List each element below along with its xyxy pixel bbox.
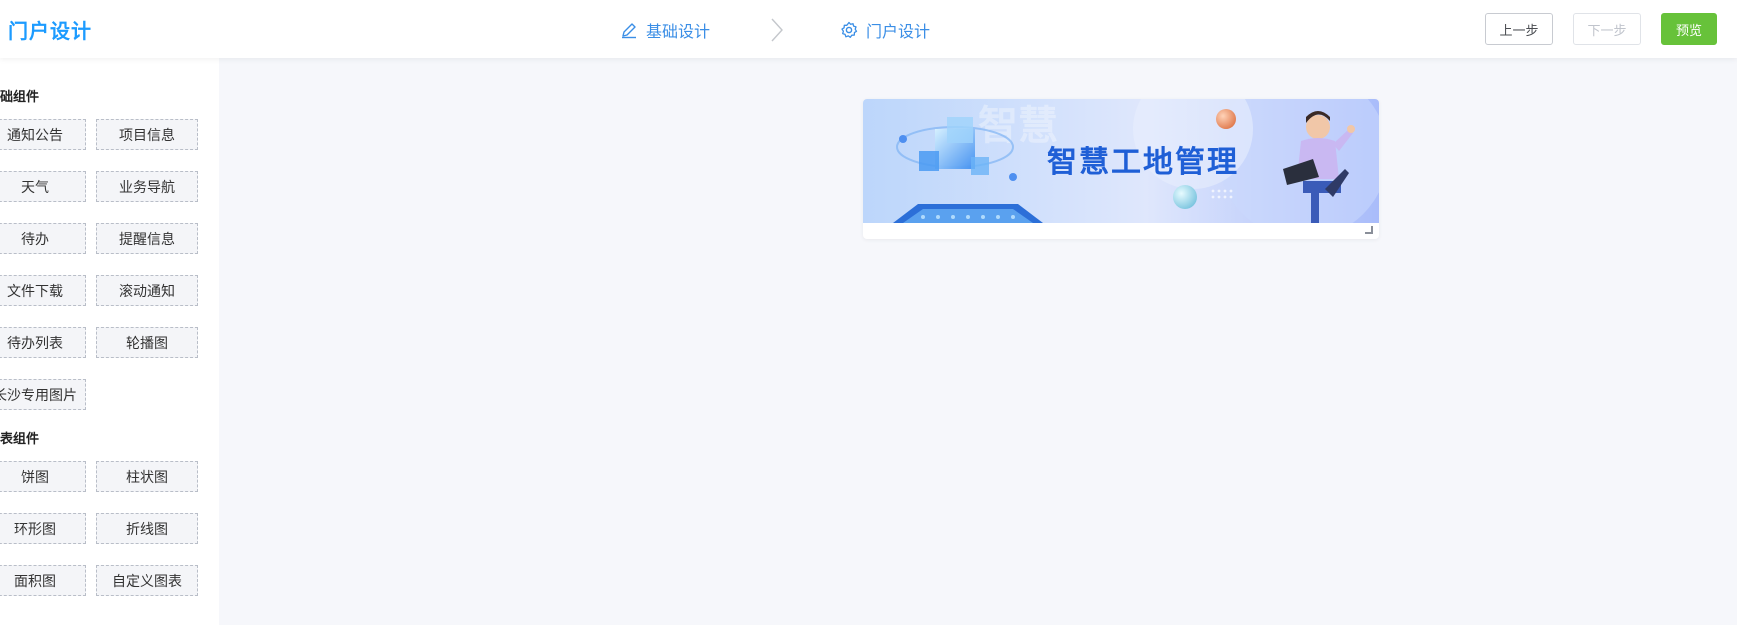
next-step-button[interactable]: 下一步 (1573, 13, 1641, 45)
step-label: 基础设计 (646, 22, 711, 41)
step-basic-design[interactable]: 基础设计 (620, 18, 710, 42)
banner-title: 智慧工地管理 (1047, 145, 1239, 180)
component-carousel[interactable]: 轮播图 (96, 327, 198, 358)
resize-handle-icon[interactable] (1365, 226, 1373, 234)
component-sidebar: 础组件 通知公告 项目信息 天气 业务导航 待办 提醒信息 文件下载 滚动通知 … (0, 58, 219, 625)
gear-icon (840, 21, 858, 39)
step-navigation: 基础设计 门户设计 (620, 17, 930, 43)
step-portal-design[interactable]: 门户设计 (840, 18, 930, 42)
component-file-download[interactable]: 文件下载 (0, 275, 86, 306)
component-business-nav[interactable]: 业务导航 (96, 171, 198, 202)
banner-image: 智慧 智慧工地管理 (863, 99, 1379, 223)
edit-icon (620, 21, 638, 39)
svg-text:智慧: 智慧 (978, 103, 1058, 149)
component-bar-chart[interactable]: 柱状图 (96, 461, 198, 492)
component-reminder[interactable]: 提醒信息 (96, 223, 198, 254)
page-title: 门户设计 (8, 19, 92, 43)
component-area-chart[interactable]: 面积图 (0, 565, 86, 596)
component-changsha-image[interactable]: 长沙专用图片 (0, 379, 86, 410)
component-line-chart[interactable]: 折线图 (96, 513, 198, 544)
component-pie-chart[interactable]: 饼图 (0, 461, 86, 492)
component-scroll-notice[interactable]: 滚动通知 (96, 275, 198, 306)
preview-button[interactable]: 预览 (1661, 13, 1717, 45)
chevron-right-icon (768, 17, 786, 43)
group-title-basic: 础组件 (0, 90, 40, 105)
component-todo-list[interactable]: 待办列表 (0, 327, 86, 358)
component-project-info[interactable]: 项目信息 (96, 119, 198, 150)
component-custom-chart[interactable]: 自定义图表 (96, 565, 198, 596)
step-label: 门户设计 (866, 22, 931, 41)
component-weather[interactable]: 天气 (0, 171, 86, 202)
top-bar: 门户设计 基础设计 门户设计 上一步 下一步 预览 (0, 0, 1737, 58)
component-ring-chart[interactable]: 环形图 (0, 513, 86, 544)
group-title-chart: 表组件 (0, 432, 40, 447)
prev-step-button[interactable]: 上一步 (1485, 13, 1553, 45)
component-todo[interactable]: 待办 (0, 223, 86, 254)
banner-widget[interactable]: 智慧 智慧工地管理 (863, 99, 1379, 239)
component-notice[interactable]: 通知公告 (0, 119, 86, 150)
